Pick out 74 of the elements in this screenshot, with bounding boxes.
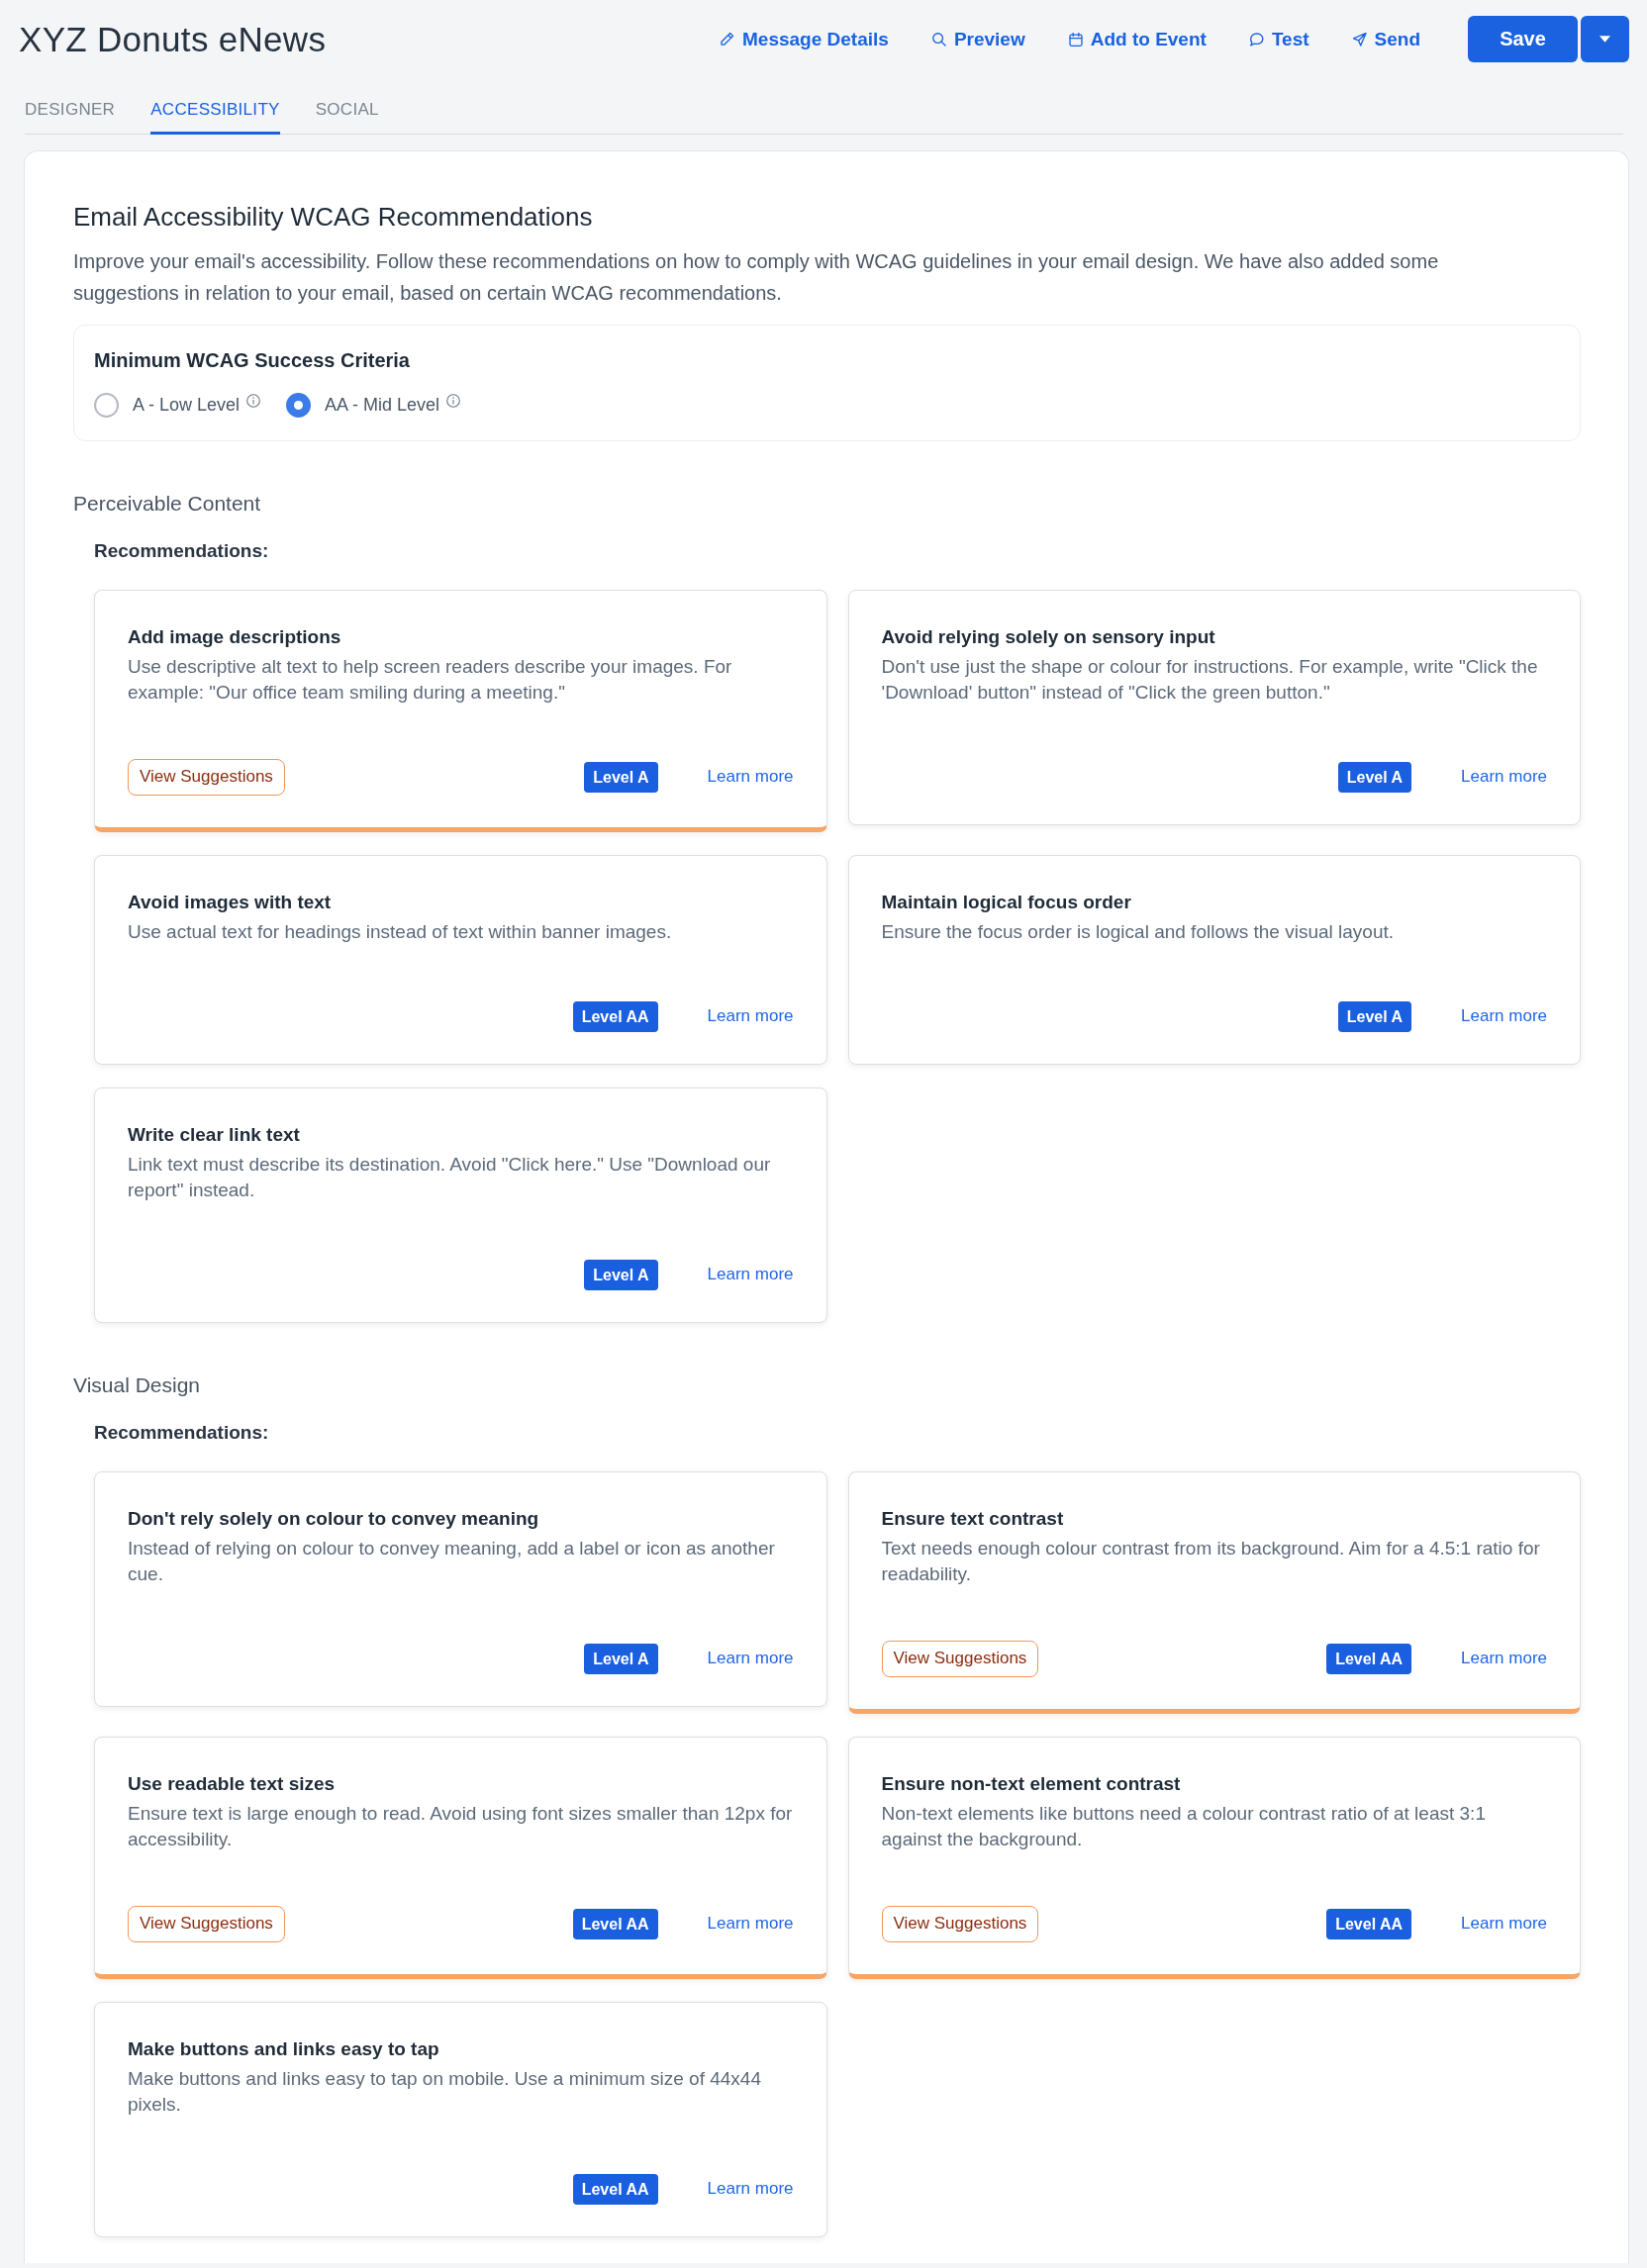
learn-more-link[interactable]: Learn more	[1461, 1914, 1547, 1934]
card-description: Text needs enough colour contrast from its background. Aim for a 4.5:1 ratio for readability.	[881, 1537, 1541, 1586]
view-suggestions-button[interactable]: View Suggestions	[128, 1905, 285, 1942]
card-title: Avoid relying solely on sensory input	[881, 625, 1216, 649]
learn-more-link[interactable]: Learn more	[707, 1006, 794, 1026]
page-title: XYZ Donuts eNews	[19, 19, 327, 60]
level-badge: Level A	[1337, 761, 1412, 793]
paper-plane-icon	[1352, 32, 1367, 47]
card-description: Make buttons and links easy to tap on mobile. Use a minimum size of 44x44 pixels.	[128, 2067, 762, 2117]
card-title: Add image descriptions	[128, 625, 342, 649]
intro-text: Improve your email's accessibility. Follow these recommendations on how to comply with WCAG guidelines in your email design. We have also added some suggestions in relation to your email, based on certain WCAG recommendations.	[73, 249, 1440, 306]
caret-icon	[1599, 36, 1610, 43]
card-title: Maintain logical focus order	[881, 891, 1132, 914]
card-description: Use actual text for headings instead of text within banner images.	[128, 920, 673, 944]
send-button[interactable]: Send	[1352, 26, 1420, 52]
search-icon	[931, 32, 946, 47]
learn-more-link[interactable]: Learn more	[707, 1914, 794, 1934]
message-details-button[interactable]: Message Details	[721, 26, 889, 52]
info-icon[interactable]	[446, 394, 461, 408]
level-badge: Level A	[1337, 1000, 1412, 1032]
info-icon[interactable]	[246, 394, 261, 408]
tab[interactable]: DESIGNER	[25, 99, 116, 135]
tab[interactable]: SOCIAL	[315, 99, 379, 135]
card-description: Don't use just the shape or colour for instructions. For example, write "Click the 'Download' button" instead of "Click the green button."	[881, 655, 1539, 705]
card-title: Write clear link text	[128, 1123, 301, 1147]
save-button[interactable]: Save	[1468, 16, 1578, 62]
test-button[interactable]: Test	[1249, 26, 1309, 52]
tab[interactable]: ACCESSIBILITY	[150, 99, 280, 135]
level-badge: Level AA	[1326, 1643, 1412, 1674]
section-title: Visual Design	[73, 1372, 202, 1398]
view-suggestions-button[interactable]: View Suggestions	[881, 1640, 1039, 1677]
radio-button[interactable]	[94, 392, 119, 418]
learn-more-link[interactable]: Learn more	[1461, 767, 1547, 787]
level-badge: Level A	[584, 761, 658, 793]
learn-more-link[interactable]: Learn more	[1461, 1649, 1547, 1668]
panel-title: Email Accessibility WCAG Recommendations	[73, 201, 594, 233]
card-description: Non-text elements like buttons need a colour contrast ratio of at least 3:1 against the background.	[881, 1802, 1487, 1851]
card-description: Use descriptive alt text to help screen readers describe your images. For example: "Our office team smiling during a meeting."	[128, 655, 733, 705]
card-title: Avoid images with text	[128, 891, 333, 914]
card-description: Instead of relying on colour to convey meaning, add a label or icon as another cue.	[128, 1537, 776, 1586]
learn-more-link[interactable]: Learn more	[707, 1265, 794, 1284]
radio-button[interactable]	[286, 392, 312, 418]
card-title: Use readable text sizes	[128, 1772, 337, 1796]
learn-more-link[interactable]: Learn more	[707, 767, 794, 787]
level-badge: Level AA	[572, 1000, 658, 1032]
learn-more-link[interactable]: Learn more	[707, 2179, 794, 2199]
card-description: Ensure the focus order is logical and follows the visual layout.	[881, 920, 1395, 944]
level-badge: Level AA	[1326, 1908, 1412, 1939]
learn-more-link[interactable]: Learn more	[707, 1649, 794, 1668]
view-suggestions-button[interactable]: View Suggestions	[881, 1905, 1039, 1942]
card-title: Don't rely solely on colour to convey meaning	[128, 1507, 540, 1531]
radio-label[interactable]: A - Low Level	[133, 394, 241, 416]
dropdown-button[interactable]	[1581, 16, 1629, 62]
card-description: Link text must describe its destination. Avoid "Click here." Use "Download our report" instead.	[128, 1153, 772, 1202]
calendar-icon	[1068, 32, 1083, 47]
pencil-icon	[721, 32, 734, 47]
card-title: Ensure text contrast	[881, 1507, 1065, 1531]
radio-label[interactable]: AA - Mid Level	[325, 394, 440, 416]
level-badge: Level AA	[572, 2173, 658, 2205]
view-suggestions-button[interactable]: View Suggestions	[128, 758, 285, 796]
section-subtitle: Recommendations:	[94, 539, 270, 563]
criteria-title: Minimum WCAG Success Criteria	[94, 348, 411, 373]
card-title: Make buttons and links easy to tap	[128, 2037, 440, 2061]
level-badge: Level A	[584, 1259, 658, 1290]
learn-more-link[interactable]: Learn more	[1461, 1006, 1547, 1026]
level-badge: Level A	[584, 1643, 658, 1674]
section-title: Perceivable Content	[73, 491, 262, 517]
level-badge: Level AA	[572, 1908, 658, 1939]
card-title: Ensure non-text element contrast	[881, 1772, 1182, 1796]
speech-bubble-icon	[1249, 32, 1264, 47]
section-subtitle: Recommendations:	[94, 1421, 270, 1445]
card-description: Ensure text is large enough to read. Avoid using font sizes smaller than 12px for accessibility.	[128, 1802, 794, 1851]
preview-button[interactable]: Preview	[931, 26, 1025, 52]
add-to-event-button[interactable]: Add to Event	[1068, 26, 1207, 52]
